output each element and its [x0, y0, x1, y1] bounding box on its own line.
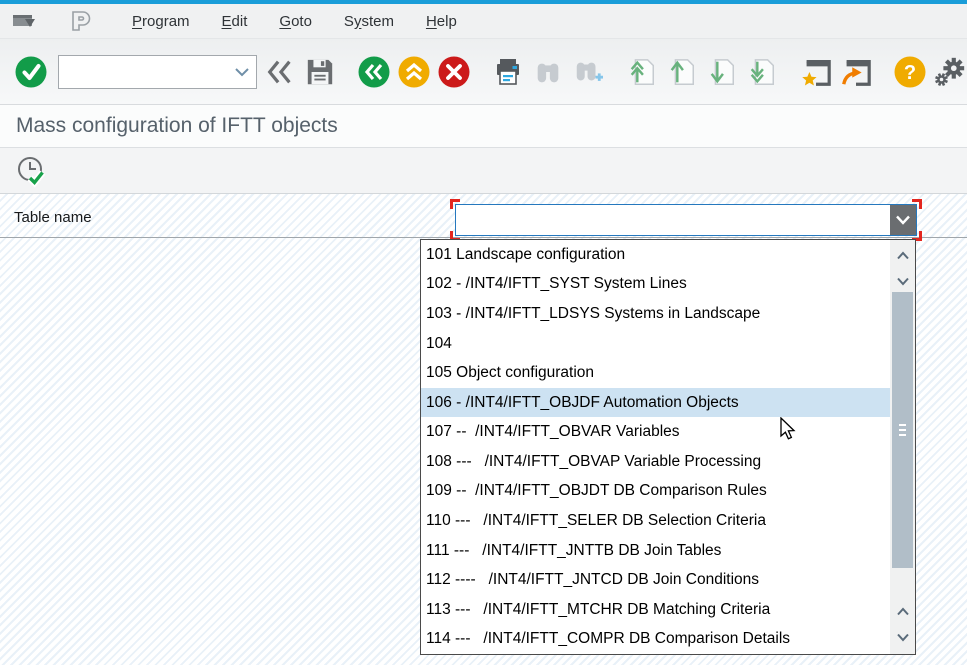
- window-star-icon: [800, 56, 832, 88]
- find-next-button[interactable]: [571, 55, 605, 89]
- previous-page-button[interactable]: [665, 55, 699, 89]
- help-button[interactable]: ?: [893, 55, 927, 89]
- scroll-up-button[interactable]: [890, 244, 915, 266]
- table-name-dropdown-list: 101 Landscape configuration102 - /INT4/I…: [420, 239, 916, 655]
- interaction-menu-icon[interactable]: [12, 11, 36, 31]
- dropdown-scrollbar[interactable]: [890, 240, 915, 654]
- window-shortcut-arrow-icon: [840, 56, 872, 88]
- exit-button[interactable]: [397, 55, 431, 89]
- collapse-command-field-button[interactable]: [263, 55, 297, 89]
- dropdown-list-item[interactable]: 108 --- /INT4/IFTT_OBVAP Variable Proces…: [421, 447, 890, 477]
- last-page-button[interactable]: [745, 55, 779, 89]
- application-toolbar: [0, 148, 967, 194]
- page-first-icon: [627, 57, 657, 87]
- focus-corner-icon: [912, 199, 922, 209]
- dropdown-list-item[interactable]: 110 --- /INT4/IFTT_SELER DB Selection Cr…: [421, 506, 890, 536]
- chevron-up-icon: [896, 607, 910, 616]
- page-down-icon: [707, 57, 737, 87]
- svg-text:?: ?: [904, 62, 916, 84]
- double-chevron-left-icon: [265, 57, 295, 87]
- menu-item-edit[interactable]: Edit: [206, 13, 264, 30]
- dropdown-list-item[interactable]: 113 --- /INT4/IFTT_MTCHR DB Matching Cri…: [421, 595, 890, 625]
- x-icon: [438, 56, 470, 88]
- dropdown-list-item[interactable]: 107 -- /INT4/IFTT_OBVAR Variables: [421, 417, 890, 447]
- chevron-down-icon: [896, 633, 910, 642]
- dropdown-list-item[interactable]: 103 - /INT4/IFTT_LDSYS Systems in Landsc…: [421, 299, 890, 329]
- dropdown-list-item[interactable]: 112 ---- /INT4/IFTT_JNTCD DB Join Condit…: [421, 565, 890, 595]
- table-name-value: [456, 205, 890, 235]
- check-icon: [15, 56, 47, 88]
- sap-logo-icon: [66, 8, 92, 34]
- scrollbar-thumb[interactable]: [892, 292, 913, 568]
- binoculars-icon: [533, 57, 563, 87]
- binoculars-plus-icon: [573, 57, 603, 87]
- page-last-icon: [747, 57, 777, 87]
- dropdown-list-item[interactable]: 111 --- /INT4/IFTT_JNTTB DB Join Tables: [421, 536, 890, 566]
- dropdown-list-item[interactable]: 109 -- /INT4/IFTT_OBJDT DB Comparison Ru…: [421, 477, 890, 507]
- dropdown-list-item[interactable]: 102 - /INT4/IFTT_SYST System Lines: [421, 270, 890, 300]
- back-button[interactable]: [357, 55, 391, 89]
- dropdown-list-item[interactable]: 104: [421, 329, 890, 359]
- dropdown-list-item[interactable]: 105 Object configuration: [421, 358, 890, 388]
- save-button[interactable]: [303, 55, 337, 89]
- execute-button[interactable]: [15, 154, 49, 188]
- menu-bar: ProgramEditGotoSystemHelp: [0, 4, 967, 39]
- menu-items: ProgramEditGotoSystemHelp: [116, 13, 473, 30]
- scroll-up-button[interactable]: [890, 600, 915, 622]
- menu-item-goto[interactable]: Goto: [263, 13, 328, 30]
- next-page-button[interactable]: [705, 55, 739, 89]
- scroll-down-button[interactable]: [890, 270, 915, 292]
- chevron-down-icon: [234, 66, 250, 78]
- system-toolbar: ?: [0, 39, 967, 105]
- page-up-icon: [667, 57, 697, 87]
- table-name-field[interactable]: [455, 204, 917, 236]
- dropdown-items: 101 Landscape configuration102 - /INT4/I…: [421, 240, 890, 654]
- chevron-down-icon: [896, 277, 910, 286]
- dropdown-list-item[interactable]: 114 --- /INT4/IFTT_COMPR DB Comparison D…: [421, 625, 890, 654]
- command-field[interactable]: [58, 55, 257, 89]
- find-button[interactable]: [531, 55, 565, 89]
- create-shortcut-button[interactable]: [839, 55, 873, 89]
- table-name-combobox[interactable]: [450, 202, 922, 238]
- screen-body: Table name 101 Landscape configuration10…: [0, 194, 967, 665]
- first-page-button[interactable]: [625, 55, 659, 89]
- gears-icon: [933, 56, 967, 88]
- page-title: Mass configuration of IFTT objects: [16, 114, 338, 138]
- enter-button[interactable]: [14, 55, 48, 89]
- cancel-button[interactable]: [437, 55, 471, 89]
- menu-item-help[interactable]: Help: [410, 13, 473, 30]
- customize-layout-button[interactable]: [933, 55, 967, 89]
- printer-icon: [492, 56, 524, 88]
- new-session-button[interactable]: [799, 55, 833, 89]
- table-name-label: Table name: [14, 209, 92, 226]
- exit-chevrons-up-icon: [398, 56, 430, 88]
- dropdown-list-item[interactable]: 101 Landscape configuration: [421, 240, 890, 270]
- mouse-cursor-icon: [779, 417, 799, 441]
- focus-corner-icon: [450, 199, 460, 209]
- chevron-up-icon: [896, 251, 910, 260]
- print-button[interactable]: [491, 55, 525, 89]
- back-chevrons-icon: [358, 56, 390, 88]
- menu-item-program[interactable]: Program: [116, 13, 206, 30]
- dropdown-list-item[interactable]: 106 - /INT4/IFTT_OBJDF Automation Object…: [421, 388, 890, 418]
- chevron-down-icon: [895, 214, 911, 226]
- floppy-disk-icon: [305, 57, 335, 87]
- scroll-down-button[interactable]: [890, 626, 915, 648]
- title-bar: Mass configuration of IFTT objects: [0, 105, 967, 148]
- question-mark-icon: ?: [894, 56, 926, 88]
- menu-item-system[interactable]: System: [328, 13, 410, 30]
